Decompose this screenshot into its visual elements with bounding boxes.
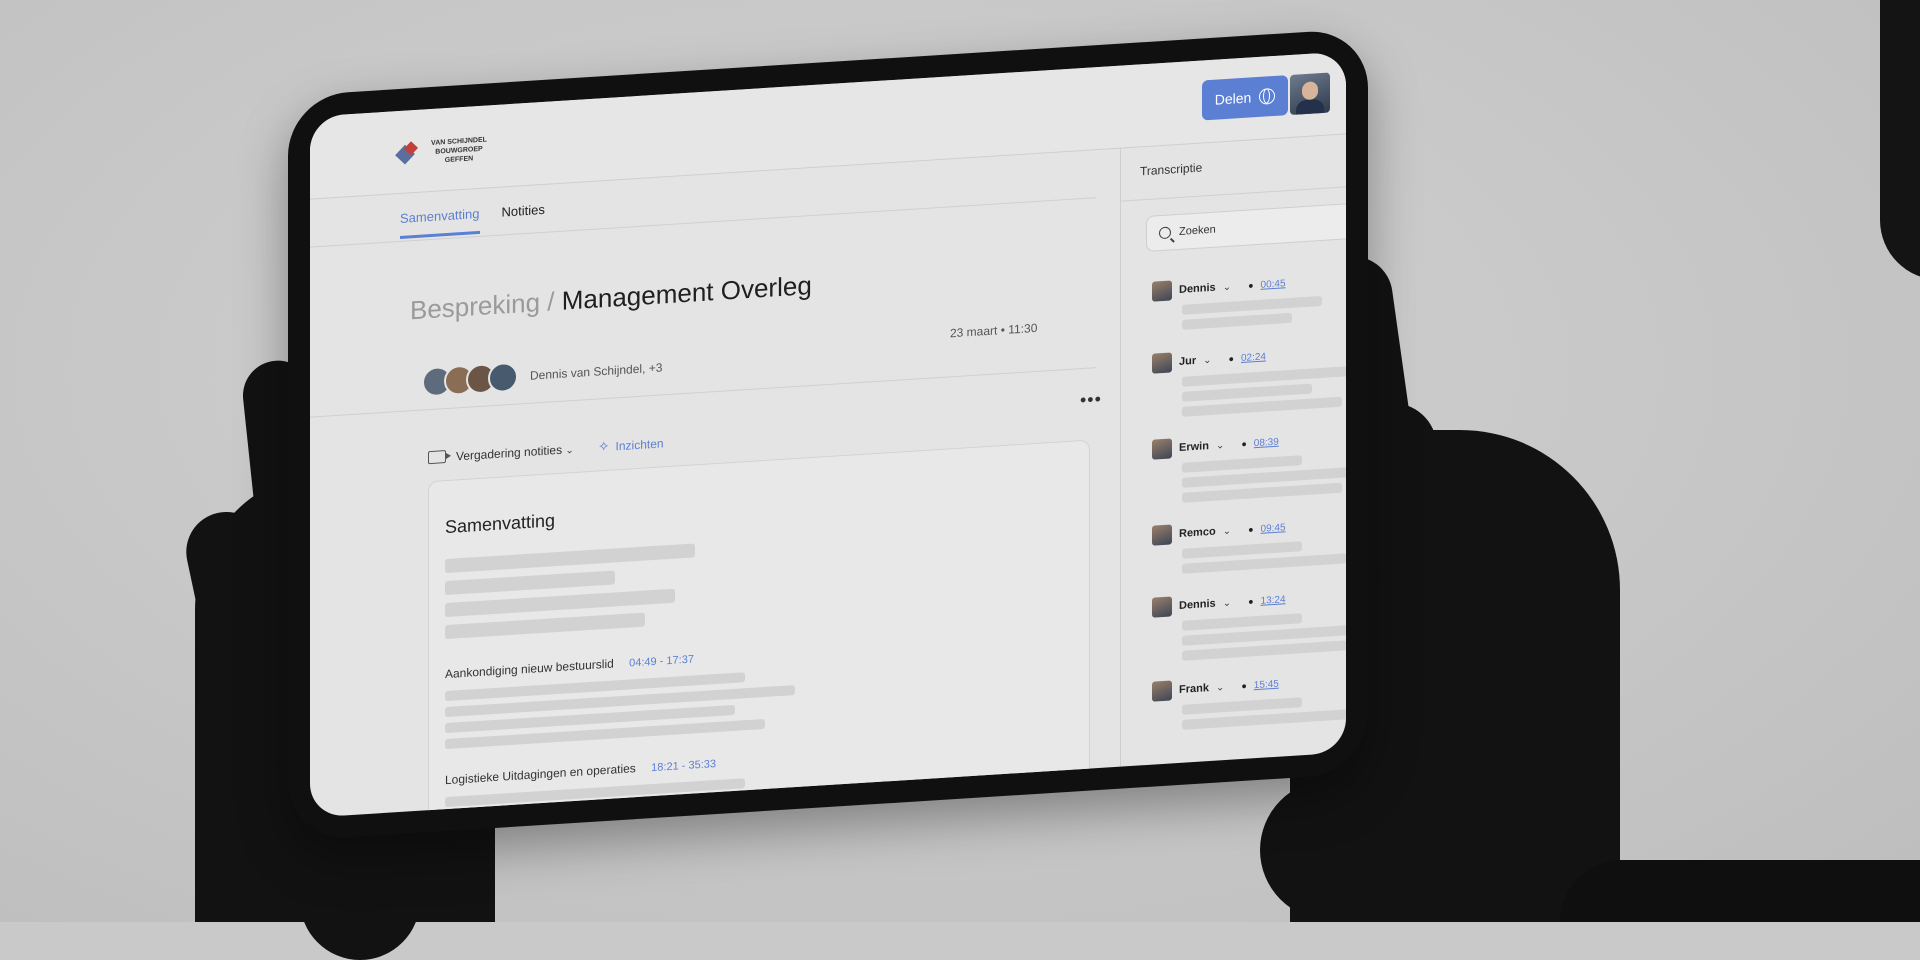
separator-dot: ● [1248,596,1254,607]
insights-label: Inzichten [615,435,664,453]
speaker-avatar [1152,438,1172,460]
text-placeholder [445,612,645,640]
meeting-date: 23 maart • 11:30 [950,320,1038,341]
speaker-avatar [1152,680,1172,702]
panel-divider [1120,147,1121,767]
topic-title: Logistieke Uitdagingen en operaties [445,761,636,788]
tab-samenvatting[interactable]: Samenvatting [400,205,480,239]
page-title: Bespreking / Management Overleg [410,270,812,326]
insights-button[interactable]: ✧ Inzichten [598,434,664,455]
breadcrumb[interactable]: Bespreking / [410,286,555,325]
text-placeholder [1182,312,1292,330]
timestamp-link[interactable]: 08:39 [1254,436,1279,449]
search-input[interactable]: Zoeken [1146,202,1346,253]
notes-selector[interactable]: Vergadering notities ⌄ [456,442,574,463]
timestamp-link[interactable]: 02:24 [1241,351,1266,364]
transcript-entry: Erwin ⌄ ● 08:39 [1152,426,1346,505]
separator-dot: ● [1248,280,1254,291]
text-placeholder [1182,613,1302,631]
speaker-name[interactable]: Dennis [1179,282,1216,296]
notes-selector-label: Vergadering notities [456,442,563,463]
speaker-avatar [1152,280,1172,302]
logo-icon [395,140,420,165]
participants[interactable]: Dennis van Schijndel, +3 [422,352,663,398]
speaker-name[interactable]: Remco [1179,526,1216,540]
transcript-entry: Dennis ⌄ ● 00:45 [1152,268,1346,332]
timestamp-link[interactable]: 13:24 [1261,594,1286,607]
transcript-entry: Frank ⌄ ● 15:45 [1152,668,1346,732]
text-placeholder [1182,295,1322,315]
user-avatar[interactable] [1290,72,1330,115]
sleeve [1560,860,1920,922]
topic-item[interactable]: Aankondiging nieuw bestuurslid 04:49 - 1… [445,651,694,681]
share-button[interactable]: Delen [1202,75,1288,121]
chevron-down-icon[interactable]: ⌄ [1216,440,1224,452]
tablet-device: VAN SCHIJNDEL BOUWGROEP GEFFEN Delen Sam… [288,28,1368,841]
topic-time[interactable]: 04:49 - 17:37 [629,653,694,669]
video-camera-icon [428,450,446,465]
speaker-name[interactable]: Jur [1179,355,1196,368]
separator-dot: ● [1241,680,1247,692]
notes-toolbar: Vergadering notities ⌄ ✧ Inzichten [428,434,664,466]
timestamp-link[interactable]: 09:45 [1261,522,1286,535]
chevron-down-icon[interactable]: ⌄ [1216,682,1224,694]
separator-dot: ● [1241,438,1247,450]
tablet-screen: VAN SCHIJNDEL BOUWGROEP GEFFEN Delen Sam… [310,51,1346,818]
transcript-entry: Dennis ⌄ ● 13:24 [1152,584,1346,663]
chevron-down-icon[interactable]: ⌄ [1223,281,1231,293]
speaker-avatar [1152,596,1172,618]
search-placeholder: Zoeken [1179,223,1216,238]
speaker-avatar [1152,524,1172,546]
text-placeholder [445,543,695,574]
sparkle-icon: ✧ [597,437,610,455]
share-label: Delen [1214,89,1252,108]
search-icon [1159,226,1171,240]
right-thumb [1260,780,1460,920]
transcript-entry: Remco ⌄ ● 09:45 [1152,512,1346,576]
text-placeholder [1182,455,1302,473]
divider [1121,186,1346,202]
chevron-down-icon[interactable]: ⌄ [1203,354,1211,366]
more-options-icon[interactable]: ••• [1080,389,1102,411]
meeting-title: Management Overleg [561,270,812,316]
text-placeholder [1182,541,1302,559]
speaker-name[interactable]: Dennis [1179,598,1216,612]
topic-title: Aankondiging nieuw bestuurslid [445,656,614,682]
person-head [1880,0,1920,280]
text-placeholder [1182,697,1302,715]
separator-dot: ● [1228,353,1234,364]
chevron-down-icon[interactable]: ⌄ [1223,525,1231,537]
topic-time[interactable]: 18:21 - 35:33 [651,758,716,774]
participant-avatar [488,361,518,394]
summary-card: Samenvatting Aankondiging nieuw bestuurs… [428,439,1090,818]
tab-notities[interactable]: Notities [502,202,545,233]
speaker-name[interactable]: Frank [1179,682,1209,696]
chevron-down-icon: ⌄ [565,444,574,457]
chevron-down-icon[interactable]: ⌄ [1223,597,1231,609]
transcript-title: Transcriptie [1140,160,1203,179]
summary-title: Samenvatting [445,510,556,538]
participants-label: Dennis van Schijndel, +3 [530,360,663,383]
timestamp-link[interactable]: 15:45 [1254,678,1279,691]
speaker-name[interactable]: Erwin [1179,440,1209,454]
speaker-avatar [1152,352,1172,374]
text-placeholder [445,570,615,596]
logo-text: VAN SCHIJNDEL BOUWGROEP GEFFEN [431,136,487,165]
timestamp-link[interactable]: 00:45 [1261,278,1286,291]
company-logo[interactable]: VAN SCHIJNDEL BOUWGROEP GEFFEN [395,135,492,168]
globe-icon [1259,87,1276,105]
separator-dot: ● [1248,524,1254,535]
transcript-entry: Jur ⌄ ● 02:24 [1152,340,1346,419]
